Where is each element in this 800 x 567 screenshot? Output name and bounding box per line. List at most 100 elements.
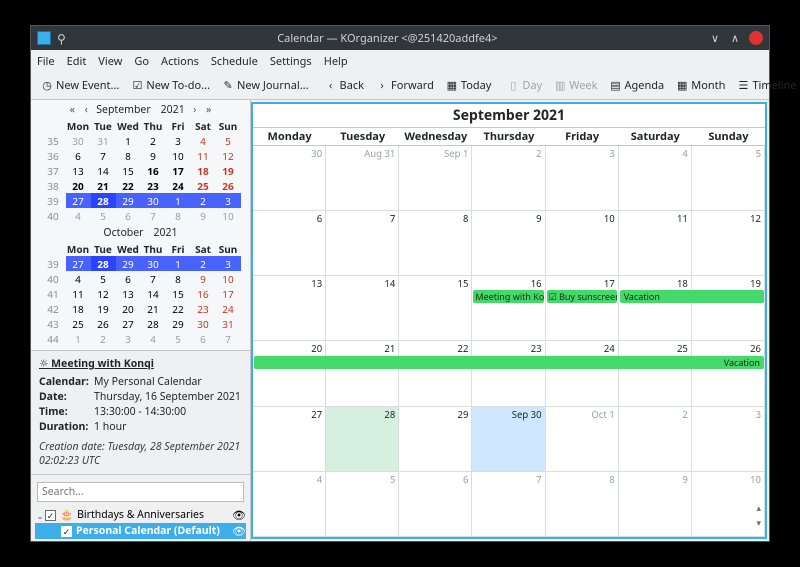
event-span[interactable]: Vacation <box>620 290 764 303</box>
menu-actions[interactable]: Actions <box>161 54 199 69</box>
day-cell[interactable]: 2 <box>472 146 545 211</box>
day-cell[interactable]: 6 <box>253 211 326 276</box>
day-cell[interactable]: 17☑ Buy sunscreen <box>546 276 619 341</box>
menu-schedule[interactable]: Schedule <box>211 54 258 69</box>
day-cell[interactable]: Oct 1 <box>546 407 619 472</box>
forward-button[interactable]: ›Forward <box>370 76 440 95</box>
mini-calendar-sep[interactable]: MonTueWedThuFriSatSun3530311234536678910… <box>41 118 241 223</box>
day-view-button[interactable]: ▯Day <box>501 76 548 95</box>
day-cell[interactable]: 14 <box>326 276 399 341</box>
calendar-icon: ▦ <box>446 80 458 92</box>
close-button[interactable] <box>749 31 763 45</box>
maximize-button[interactable]: ∧ <box>729 32 741 44</box>
timeline-view-button[interactable]: ☰Timeline <box>731 76 800 95</box>
menu-settings[interactable]: Settings <box>270 54 312 69</box>
day-cell[interactable]: 5 <box>692 146 765 211</box>
day-cell[interactable]: 28 <box>326 407 399 472</box>
month-icon: ▦ <box>676 80 688 92</box>
event-chip[interactable]: ☑ Buy sunscreen <box>547 290 617 303</box>
event-span[interactable]: Vacation <box>254 356 764 369</box>
minical-year[interactable]: 2021 <box>161 103 185 117</box>
calendar-search[interactable]: › 🔍 Search <box>35 539 246 541</box>
day-icon: ▯ <box>507 80 519 92</box>
new-event-button[interactable]: ◷New Event... <box>35 76 125 95</box>
menu-edit[interactable]: Edit <box>67 54 87 69</box>
new-journal-button[interactable]: ✎New Journal... <box>216 76 315 95</box>
day-cell[interactable]: 9 <box>472 211 545 276</box>
day-cell[interactable]: 30 <box>253 146 326 211</box>
day-cell[interactable]: 19 <box>692 276 765 341</box>
day-cell[interactable]: 29 <box>399 407 472 472</box>
day-cell[interactable]: 27 <box>253 407 326 472</box>
day-cell[interactable]: 10 <box>546 211 619 276</box>
day-cell[interactable]: 16Meeting with Ko... <box>472 276 545 341</box>
day-cell[interactable]: 2 <box>619 407 692 472</box>
week-icon: ▥ <box>554 80 566 92</box>
day-cell[interactable]: 10 <box>692 472 765 537</box>
minical-month[interactable]: September <box>96 103 150 117</box>
day-cell[interactable]: 20 <box>253 341 326 406</box>
day-cell[interactable]: 9 <box>619 472 692 537</box>
minical2-year[interactable]: 2021 <box>154 226 178 240</box>
eye-icon[interactable]: 👁 <box>232 524 246 539</box>
menu-file[interactable]: File <box>37 54 55 69</box>
day-cell[interactable]: 18 <box>619 276 692 341</box>
month-view-button[interactable]: ▦Month <box>670 76 731 95</box>
mini-calendar-oct[interactable]: MonTueWedThuFriSatSun3927282930123404567… <box>41 241 241 346</box>
minical2-month[interactable]: October <box>103 226 143 240</box>
month-view: September 2021 MondayTuesdayWednesdayThu… <box>251 102 767 539</box>
checkbox-icon[interactable]: ✓ <box>45 510 56 521</box>
back-button[interactable]: ‹Back <box>319 76 370 95</box>
day-cell[interactable]: Aug 31 <box>326 146 399 211</box>
expand-icon[interactable]: › <box>35 541 45 542</box>
event-title: ☼ Meeting with Konqi <box>39 357 242 371</box>
day-cell[interactable]: 4 <box>253 472 326 537</box>
event-chip[interactable]: Meeting with Ko... <box>473 290 543 303</box>
day-cell[interactable]: 12 <box>692 211 765 276</box>
day-cell[interactable]: 6 <box>399 472 472 537</box>
pin-icon[interactable]: ⚲ <box>57 30 66 47</box>
todo-icon: ☑ <box>131 80 143 92</box>
search-input[interactable] <box>37 482 244 502</box>
day-cell[interactable]: 8 <box>546 472 619 537</box>
prev-month-icon[interactable]: ‹ <box>80 103 92 117</box>
day-cell[interactable]: 21 <box>326 341 399 406</box>
eye-icon[interactable]: 👁 <box>232 508 246 523</box>
day-cell[interactable]: 7 <box>326 211 399 276</box>
new-todo-button[interactable]: ☑New To-do... <box>125 76 216 95</box>
day-cell[interactable]: 7 <box>472 472 545 537</box>
day-cell[interactable]: 8 <box>399 211 472 276</box>
month-grid[interactable]: 30Aug 31Sep 12345678910111213141516Meeti… <box>253 146 765 537</box>
week-view-button[interactable]: ▥Week <box>548 76 603 95</box>
calendar-birthdays[interactable]: ⌄ ✓ 🎂 Birthdays & Anniversaries 👁 <box>35 507 246 523</box>
menu-view[interactable]: View <box>98 54 122 69</box>
calendar-personal[interactable]: ✓ Personal Calendar (Default) 👁 <box>35 523 246 539</box>
day-cell[interactable]: 26 <box>692 341 765 406</box>
minimize-button[interactable]: ∨ <box>709 32 721 44</box>
search-icon: 🔍 <box>45 540 58 541</box>
day-cell[interactable]: 22 <box>399 341 472 406</box>
day-cell[interactable]: Sep 1 <box>399 146 472 211</box>
menu-help[interactable]: Help <box>324 54 348 69</box>
day-cell[interactable]: 25 <box>619 341 692 406</box>
agenda-view-button[interactable]: ▤Agenda <box>604 76 671 95</box>
toolbar: ◷New Event... ☑New To-do... ✎New Journal… <box>31 72 769 100</box>
day-cell[interactable]: 4 <box>619 146 692 211</box>
scroll-indicator[interactable]: ▴▾ <box>756 501 761 529</box>
menu-go[interactable]: Go <box>134 54 149 69</box>
checkbox-icon[interactable]: ✓ <box>61 526 72 537</box>
day-cell[interactable]: 3 <box>546 146 619 211</box>
day-cell[interactable]: 24 <box>546 341 619 406</box>
day-cell[interactable]: 23 <box>472 341 545 406</box>
prev-year-icon[interactable]: « <box>66 103 78 117</box>
day-cell[interactable]: 3 <box>692 407 765 472</box>
today-button[interactable]: ▦Today <box>440 76 498 95</box>
day-cell[interactable]: 13 <box>253 276 326 341</box>
day-cell[interactable]: 5 <box>326 472 399 537</box>
day-cell[interactable]: Sep 30 <box>472 407 545 472</box>
next-month-icon[interactable]: › <box>189 103 201 117</box>
day-cell[interactable]: 15 <box>399 276 472 341</box>
next-year-icon[interactable]: » <box>203 103 215 117</box>
expand-icon[interactable]: ⌄ <box>35 509 45 522</box>
day-cell[interactable]: 11 <box>619 211 692 276</box>
